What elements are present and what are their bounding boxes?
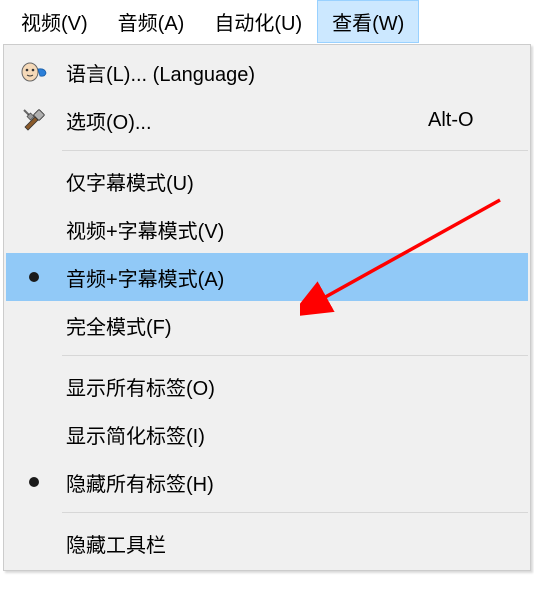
- menu-label: 隐藏所有标签(H): [66, 468, 214, 497]
- menu-item-show-simple-tags[interactable]: 显示简化标签(I): [6, 410, 528, 458]
- menubar-item-audio[interactable]: 音频(A): [103, 0, 200, 43]
- menu-item-hide-toolbar[interactable]: 隐藏工具栏: [6, 519, 528, 567]
- menubar-item-automation[interactable]: 自动化(U): [199, 0, 317, 43]
- menu-label: 显示简化标签(I): [66, 420, 205, 449]
- menu-label: 仅字幕模式(U): [66, 167, 194, 196]
- menu-label: 选项(O)...: [66, 106, 152, 135]
- menu-item-video-subtitle-mode[interactable]: 视频+字幕模式(V): [6, 205, 528, 253]
- menubar-label: 查看(W): [332, 7, 404, 36]
- menu-shortcut: Alt-O: [428, 109, 474, 131]
- menu-label: 音频+字幕模式(A): [66, 263, 224, 292]
- menubar-label: 音频(A): [118, 7, 185, 36]
- menu-item-hide-all-tags[interactable]: 隐藏所有标签(H): [6, 458, 528, 506]
- menu-separator: [62, 355, 528, 356]
- radio-selected-icon: [6, 477, 62, 487]
- menubar-item-video[interactable]: 视频(V): [6, 0, 103, 43]
- menu-item-full-mode[interactable]: 完全模式(F): [6, 301, 528, 349]
- menu-label: 完全模式(F): [66, 311, 172, 340]
- menu-item-show-all-tags[interactable]: 显示所有标签(O): [6, 362, 528, 410]
- menu-item-language[interactable]: 语言(L)... (Language): [6, 48, 528, 96]
- menubar-label: 视频(V): [21, 7, 88, 36]
- menu-item-audio-subtitle-mode[interactable]: 音频+字幕模式(A): [6, 253, 528, 301]
- menubar-item-view[interactable]: 查看(W): [317, 0, 419, 43]
- menubar: 视频(V) 音频(A) 自动化(U) 查看(W): [0, 0, 534, 44]
- menu-label: 语言(L)... (Language): [66, 58, 255, 87]
- menu-item-options[interactable]: 选项(O)... Alt-O: [6, 96, 528, 144]
- radio-selected-icon: [6, 272, 62, 282]
- menu-item-subtitle-only-mode[interactable]: 仅字幕模式(U): [6, 157, 528, 205]
- menu-label: 隐藏工具栏: [66, 529, 166, 558]
- options-icon: [6, 107, 62, 133]
- menu-label: 视频+字幕模式(V): [66, 215, 224, 244]
- language-icon: [6, 61, 62, 83]
- menu-separator: [62, 150, 528, 151]
- menu-separator: [62, 512, 528, 513]
- menubar-label: 自动化(U): [214, 7, 302, 36]
- menu-label: 显示所有标签(O): [66, 372, 215, 401]
- view-dropdown-menu: 语言(L)... (Language) 选项(O)... Alt-O 仅字幕模式…: [3, 44, 531, 571]
